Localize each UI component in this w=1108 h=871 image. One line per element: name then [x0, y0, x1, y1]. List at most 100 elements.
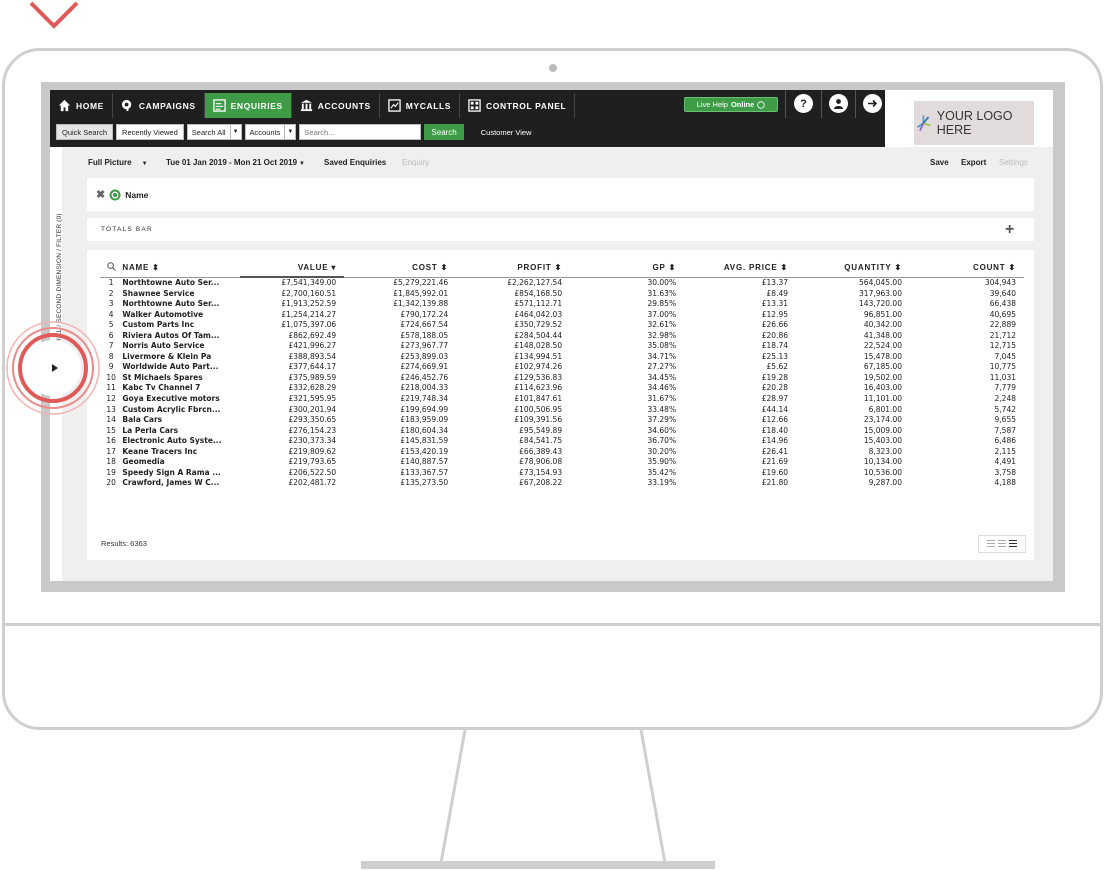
settings-link[interactable]: Settings	[999, 158, 1028, 167]
cell-profit: £109,391.56	[514, 415, 563, 425]
column-header-count[interactable]: COUNT ⬍	[909, 258, 1024, 278]
enquiry-link[interactable]: Enquiry	[402, 158, 429, 167]
cell-count: 7,587	[994, 425, 1016, 435]
quick-search-button[interactable]: Quick Search	[56, 124, 114, 140]
cell-gp: 34.46%	[647, 383, 677, 393]
table-row[interactable]: 3 Northtowne Auto Ser... £1,913,252.59 £1,3…	[100, 299, 1024, 310]
table-search-header[interactable]	[100, 258, 123, 278]
search-scope-value: Search All	[191, 127, 226, 137]
table-row[interactable]: 19 Speedy Sign A Rama ... £206,522.50 £133,…	[100, 468, 1024, 479]
save-link[interactable]: Save	[930, 158, 949, 167]
cell-count: 10,775	[989, 362, 1016, 372]
table-row[interactable]: 13 Custom Acrylic Fbrcn... £300,201.94 £199…	[100, 405, 1024, 416]
tab-accounts[interactable]: ACCOUNTS	[292, 93, 380, 118]
cell-gp: 29.85%	[647, 299, 677, 309]
search-entity-dropdown[interactable]: Accounts ▼	[244, 124, 297, 140]
full-picture-dropdown[interactable]: Full Picture ▼	[88, 158, 148, 167]
tab-campaigns[interactable]: CAMPAIGNS	[113, 93, 205, 118]
cell-index: 7	[108, 341, 114, 351]
column-header-label: AVG. PRICE	[723, 262, 778, 272]
table-row[interactable]: 8 Livermore & Klein Pa £388,893.54 £253,899…	[100, 352, 1024, 363]
table-row[interactable]: 1 Northtowne Auto Ser... £7,541,349.00 £5,2…	[100, 277, 1024, 289]
logout-button[interactable]	[863, 94, 882, 113]
column-header-label: VALUE	[297, 262, 329, 272]
table-row[interactable]: 10 St Michaels Spares £375,989.59 £246,452.…	[100, 373, 1024, 384]
help-button[interactable]: ?	[794, 94, 813, 113]
table-row[interactable]: 11 Kabc Tv Channel 7 £332,628.29 £218,004.3…	[100, 383, 1024, 394]
recently-viewed-button[interactable]: Recently Viewed	[116, 124, 184, 140]
cell-gp: 27.27%	[647, 362, 677, 372]
search-icon	[106, 262, 116, 271]
cell-avg-price: £21.80	[761, 478, 789, 488]
table-row[interactable]: 5 Custom Parts Inc £1,075,397.06 £724,667.5…	[100, 320, 1024, 331]
search-button[interactable]: Search	[424, 124, 464, 140]
view-toggle[interactable]	[978, 535, 1026, 553]
column-header-avg-price[interactable]: AVG. PRICE ⬍	[684, 258, 797, 278]
column-header-label: NAME	[122, 262, 150, 272]
tab-mycalls[interactable]: MYCALLS	[380, 93, 461, 118]
cell-profit: £84,541.75	[519, 436, 563, 446]
cell-value: £375,989.59	[288, 372, 337, 382]
table-row[interactable]: 2 Shawnee Service £2,700,160.51 £1,845,992.…	[100, 289, 1024, 300]
column-header-name[interactable]: NAME ⬍	[122, 258, 241, 278]
cell-name: Kabc Tv Channel 7	[122, 383, 201, 393]
close-icon[interactable]: ✖	[96, 188, 105, 201]
tab-control-panel[interactable]: CONTROL PANEL	[460, 93, 576, 118]
cell-index: 1	[108, 277, 114, 287]
table-row[interactable]: 18 Geomedia £219,793.65 £140,887.57 £78,906.…	[100, 457, 1024, 468]
profile-button[interactable]	[829, 94, 848, 113]
export-label: Export	[961, 158, 987, 167]
table-row[interactable]: 17 Keane Tracers Inc £219,809.62 £153,420.1…	[100, 447, 1024, 458]
column-header-value[interactable]: VALUE ▾	[240, 258, 345, 278]
cell-gp: 31.67%	[647, 394, 677, 404]
cell-profit: £571,112.71	[514, 299, 563, 309]
cell-profit: £66,389.43	[519, 446, 563, 456]
cell-index: 15	[106, 425, 116, 435]
cell-quantity: 11,101.00	[863, 394, 902, 404]
customer-view-link[interactable]: Customer View	[481, 128, 532, 137]
column-header-cost[interactable]: COST ⬍	[344, 258, 457, 278]
table-row[interactable]: 20 Crawford, James W C... £202,481.72 £135,…	[100, 478, 1024, 489]
cell-name: Bala Cars	[122, 415, 163, 425]
table-row[interactable]: 12 Goya Executive motors £321,595.95 £219,7…	[100, 394, 1024, 405]
list-view-icon[interactable]	[987, 539, 995, 549]
cell-cost: £253,899.03	[400, 351, 449, 361]
compact-view-icon[interactable]	[998, 539, 1006, 549]
company-logo: YOUR LOGO HERE	[914, 101, 1034, 145]
table-row[interactable]: 14 Bala Cars £293,350.65 £183,959.09 £109,39…	[100, 415, 1024, 426]
cell-cost: £219,748.34	[400, 394, 449, 404]
search-scope-dropdown[interactable]: Search All ▼	[186, 124, 242, 140]
cell-quantity: 6,801.00	[868, 404, 902, 414]
cell-name: Northtowne Auto Ser...	[122, 277, 220, 287]
cell-profit: £148,028.50	[514, 341, 563, 351]
tab-home[interactable]: HOME	[50, 93, 113, 118]
cell-cost: £153,420.19	[400, 446, 449, 456]
dense-view-icon[interactable]	[1009, 539, 1017, 549]
cell-profit: £95,549.89	[519, 425, 563, 435]
table-row[interactable]: 15 La Perla Cars £276,154.23 £180,604.34 £95…	[100, 426, 1024, 437]
table-row[interactable]: 4 Walker Automotive £1,254,214.27 £790,172.…	[100, 310, 1024, 321]
chevron-down-icon: ▼	[229, 125, 241, 139]
export-link[interactable]: Export	[961, 158, 986, 167]
cell-gp: 35.90%	[647, 457, 677, 467]
sidebar-expand-toggle[interactable]	[5, 320, 101, 416]
table-row[interactable]: 7 Norris Auto Service £421,996.27 £273,967.…	[100, 341, 1024, 352]
live-help-button[interactable]: Live Help Online	[684, 97, 778, 112]
table-row[interactable]: 6 Riviera Autos Of Tam... £862,692.49 £578,…	[100, 331, 1024, 342]
cell-index: 2	[108, 288, 114, 298]
cell-value: £2,700,160.51	[281, 288, 337, 298]
add-totals-button[interactable]: +	[1005, 221, 1014, 239]
search-input[interactable]: Search...	[299, 124, 422, 140]
cell-profit: £114,623.96	[514, 383, 563, 393]
column-header-profit[interactable]: PROFIT ⬍	[456, 258, 571, 278]
column-header-gp[interactable]: GP ⬍	[570, 258, 685, 278]
saved-enquiries-link[interactable]: Saved Enquiries	[324, 158, 386, 167]
column-header-label: PROFIT	[517, 262, 552, 272]
date-range-dropdown[interactable]: Tue 01 Jan 2019 - Mon 21 Oct 2019 ▼	[166, 158, 305, 167]
cell-value: £7,541,349.00	[281, 278, 337, 288]
tab-enquiries[interactable]: ENQUIRIES	[204, 93, 292, 118]
table-row[interactable]: 9 Worldwide Auto Part... £377,644.17 £274,6…	[100, 362, 1024, 373]
cell-name: Geomedia	[122, 457, 165, 467]
table-row[interactable]: 16 Electronic Auto Syste... £230,373.34 £14…	[100, 436, 1024, 447]
column-header-quantity[interactable]: QUANTITY ⬍	[796, 258, 910, 278]
